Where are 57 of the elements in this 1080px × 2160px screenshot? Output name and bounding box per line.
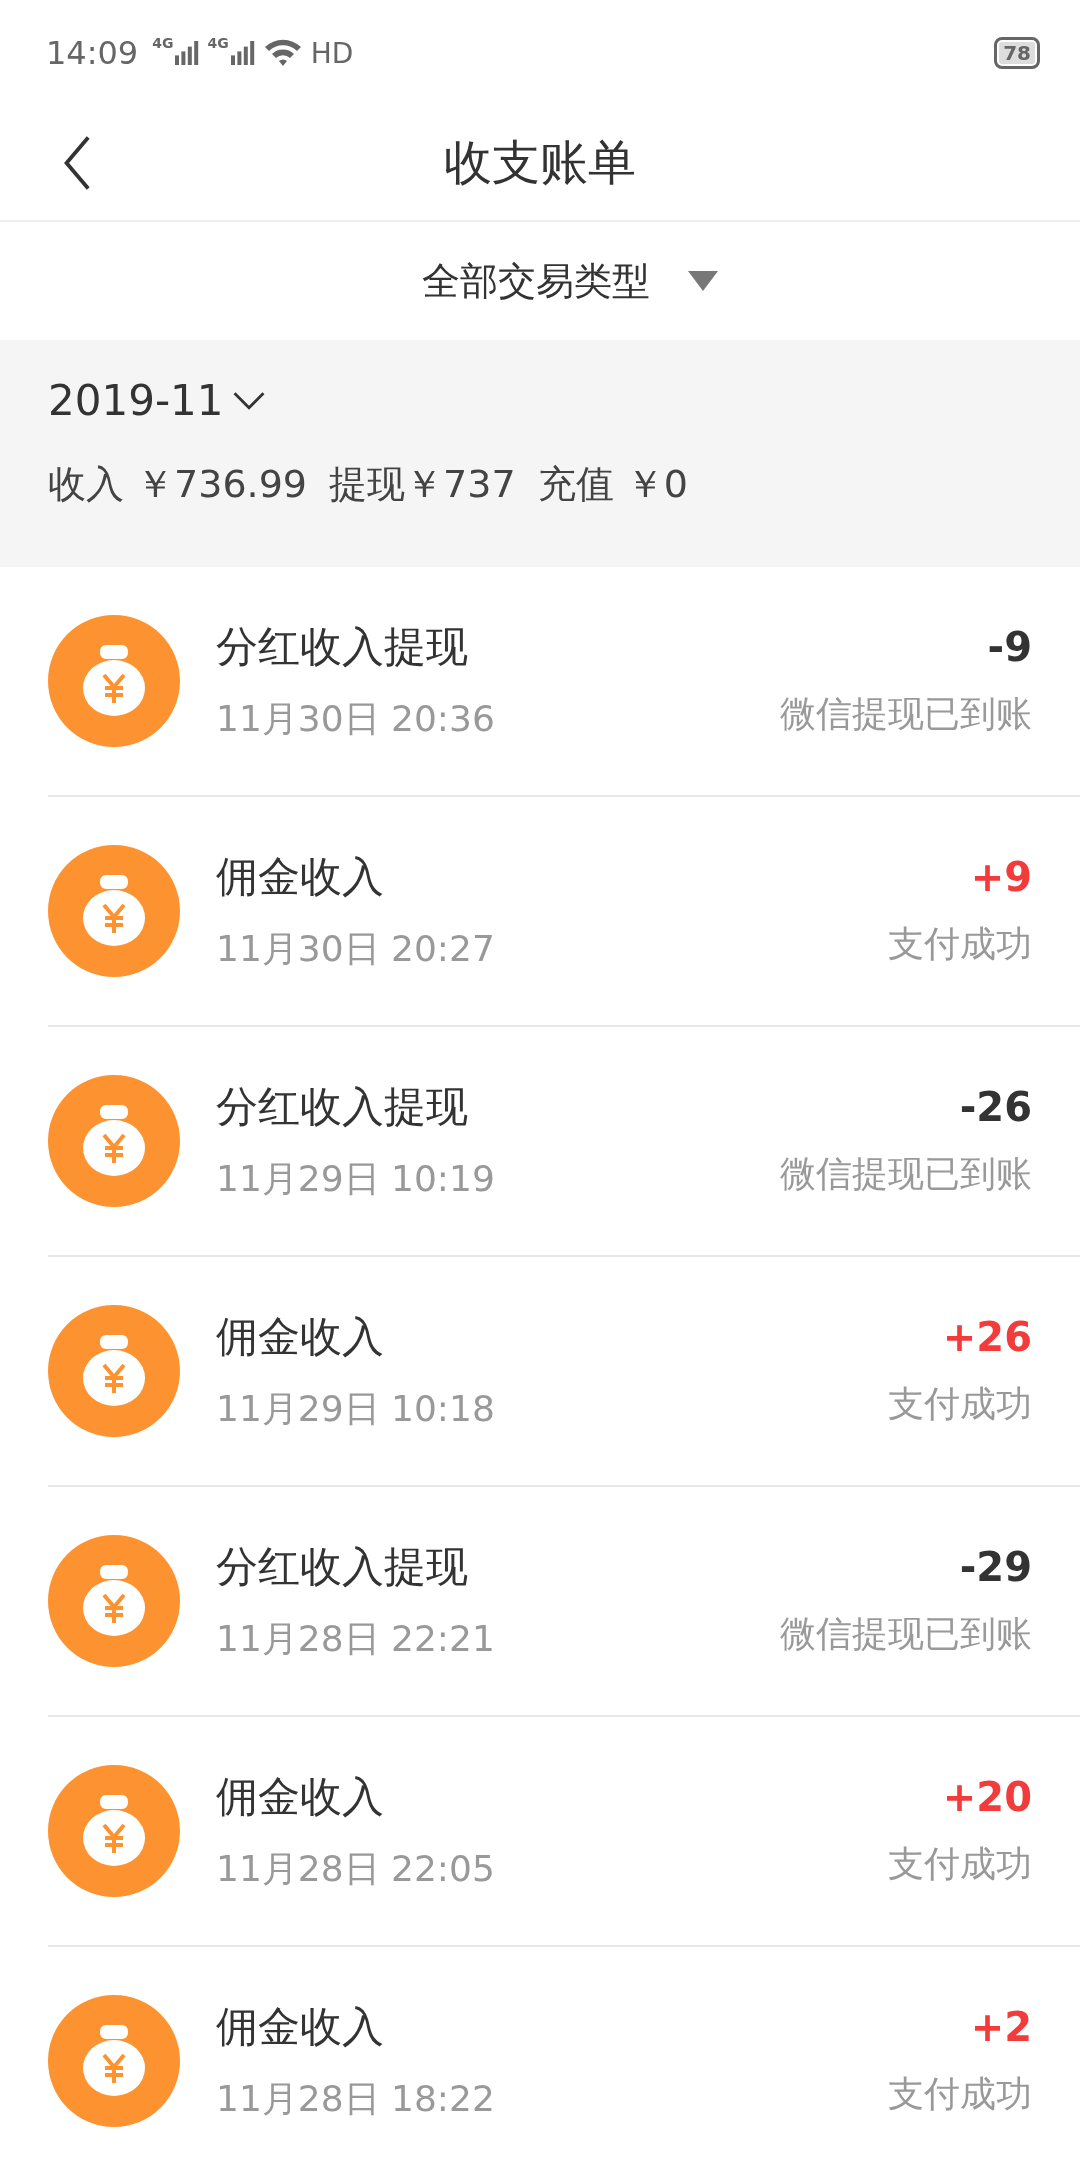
transaction-title: 佣金收入 (216, 850, 385, 903)
transaction-status: 支付成功 (888, 921, 1032, 966)
transaction-row[interactable]: 分红收入提现 11月30日 20:36 -9 微信提现已到账 (48, 567, 1080, 797)
income-total: 收入 ￥736.99 (48, 461, 308, 508)
money-bag-icon (48, 1535, 180, 1667)
transaction-status: 支付成功 (888, 1381, 1032, 1426)
transaction-type-dropdown[interactable]: 全部交易类型 (422, 255, 718, 307)
transaction-row[interactable]: 分红收入提现 11月29日 10:19 -26 微信提现已到账 (48, 1027, 1080, 1257)
transaction-title: 佣金收入 (216, 1310, 385, 1363)
network-label: 4G (207, 35, 229, 51)
money-bag-icon (48, 845, 180, 977)
transaction-time: 11月28日 18:22 (216, 2076, 496, 2121)
transaction-title: 分红收入提现 (216, 1080, 469, 1133)
transaction-amount: -9 (987, 623, 1032, 670)
transaction-status: 微信提现已到账 (780, 1151, 1032, 1196)
transaction-time: 11月29日 10:18 (216, 1386, 496, 1431)
transaction-status: 微信提现已到账 (780, 1611, 1032, 1656)
transaction-title: 佣金收入 (216, 2000, 385, 2053)
transaction-title: 分红收入提现 (216, 620, 469, 673)
transaction-amount: -29 (959, 1543, 1032, 1590)
signal-icon (175, 40, 200, 66)
money-bag-icon (48, 1995, 180, 2127)
dropdown-triangle-icon (688, 271, 718, 291)
recharge-total: 充值 ￥0 (537, 461, 688, 508)
money-bag-icon (48, 1765, 180, 1897)
transaction-row[interactable]: 佣金收入 11月29日 10:18 +26 支付成功 (48, 1257, 1080, 1487)
chevron-down-icon (231, 390, 266, 411)
transaction-time: 11月29日 10:19 (216, 1156, 496, 1201)
transaction-time: 11月28日 22:21 (216, 1616, 496, 1661)
transaction-amount: +9 (970, 853, 1032, 900)
transaction-amount: +20 (942, 1773, 1032, 1820)
transaction-status: 支付成功 (888, 1841, 1032, 1886)
hd-label: HD (310, 36, 354, 70)
battery-indicator: 78 (994, 37, 1040, 69)
transaction-status: 支付成功 (888, 2071, 1032, 2116)
transaction-row[interactable]: 佣金收入 11月30日 20:27 +9 支付成功 (48, 797, 1080, 1027)
transaction-row[interactable]: 分红收入提现 11月28日 22:21 -29 微信提现已到账 (48, 1487, 1080, 1717)
signal-icon (230, 40, 255, 66)
transaction-time: 11月30日 20:27 (216, 926, 496, 971)
transaction-amount: +26 (942, 1313, 1032, 1360)
month-selector[interactable]: 2019-11 (48, 376, 266, 425)
money-bag-icon (48, 1305, 180, 1437)
transaction-amount: -26 (959, 1083, 1032, 1130)
transaction-row[interactable]: 佣金收入 11月28日 18:22 +2 支付成功 (48, 1947, 1080, 2160)
withdraw-total: 提现￥737 (329, 461, 516, 508)
transaction-time: 11月28日 22:05 (216, 1846, 496, 1891)
transaction-title: 佣金收入 (216, 1770, 385, 1823)
page-title: 收支账单 (444, 133, 636, 192)
status-time: 14:09 (46, 34, 139, 72)
money-bag-icon (48, 1075, 180, 1207)
network-label: 4G (152, 35, 174, 51)
money-bag-icon (48, 615, 180, 747)
transaction-time: 11月30日 20:36 (216, 696, 496, 741)
transaction-title: 分红收入提现 (216, 1540, 469, 1593)
transaction-amount: +2 (970, 2003, 1032, 2050)
transaction-row[interactable]: 佣金收入 11月28日 22:05 +20 支付成功 (48, 1717, 1080, 1947)
transaction-status: 微信提现已到账 (780, 691, 1032, 736)
